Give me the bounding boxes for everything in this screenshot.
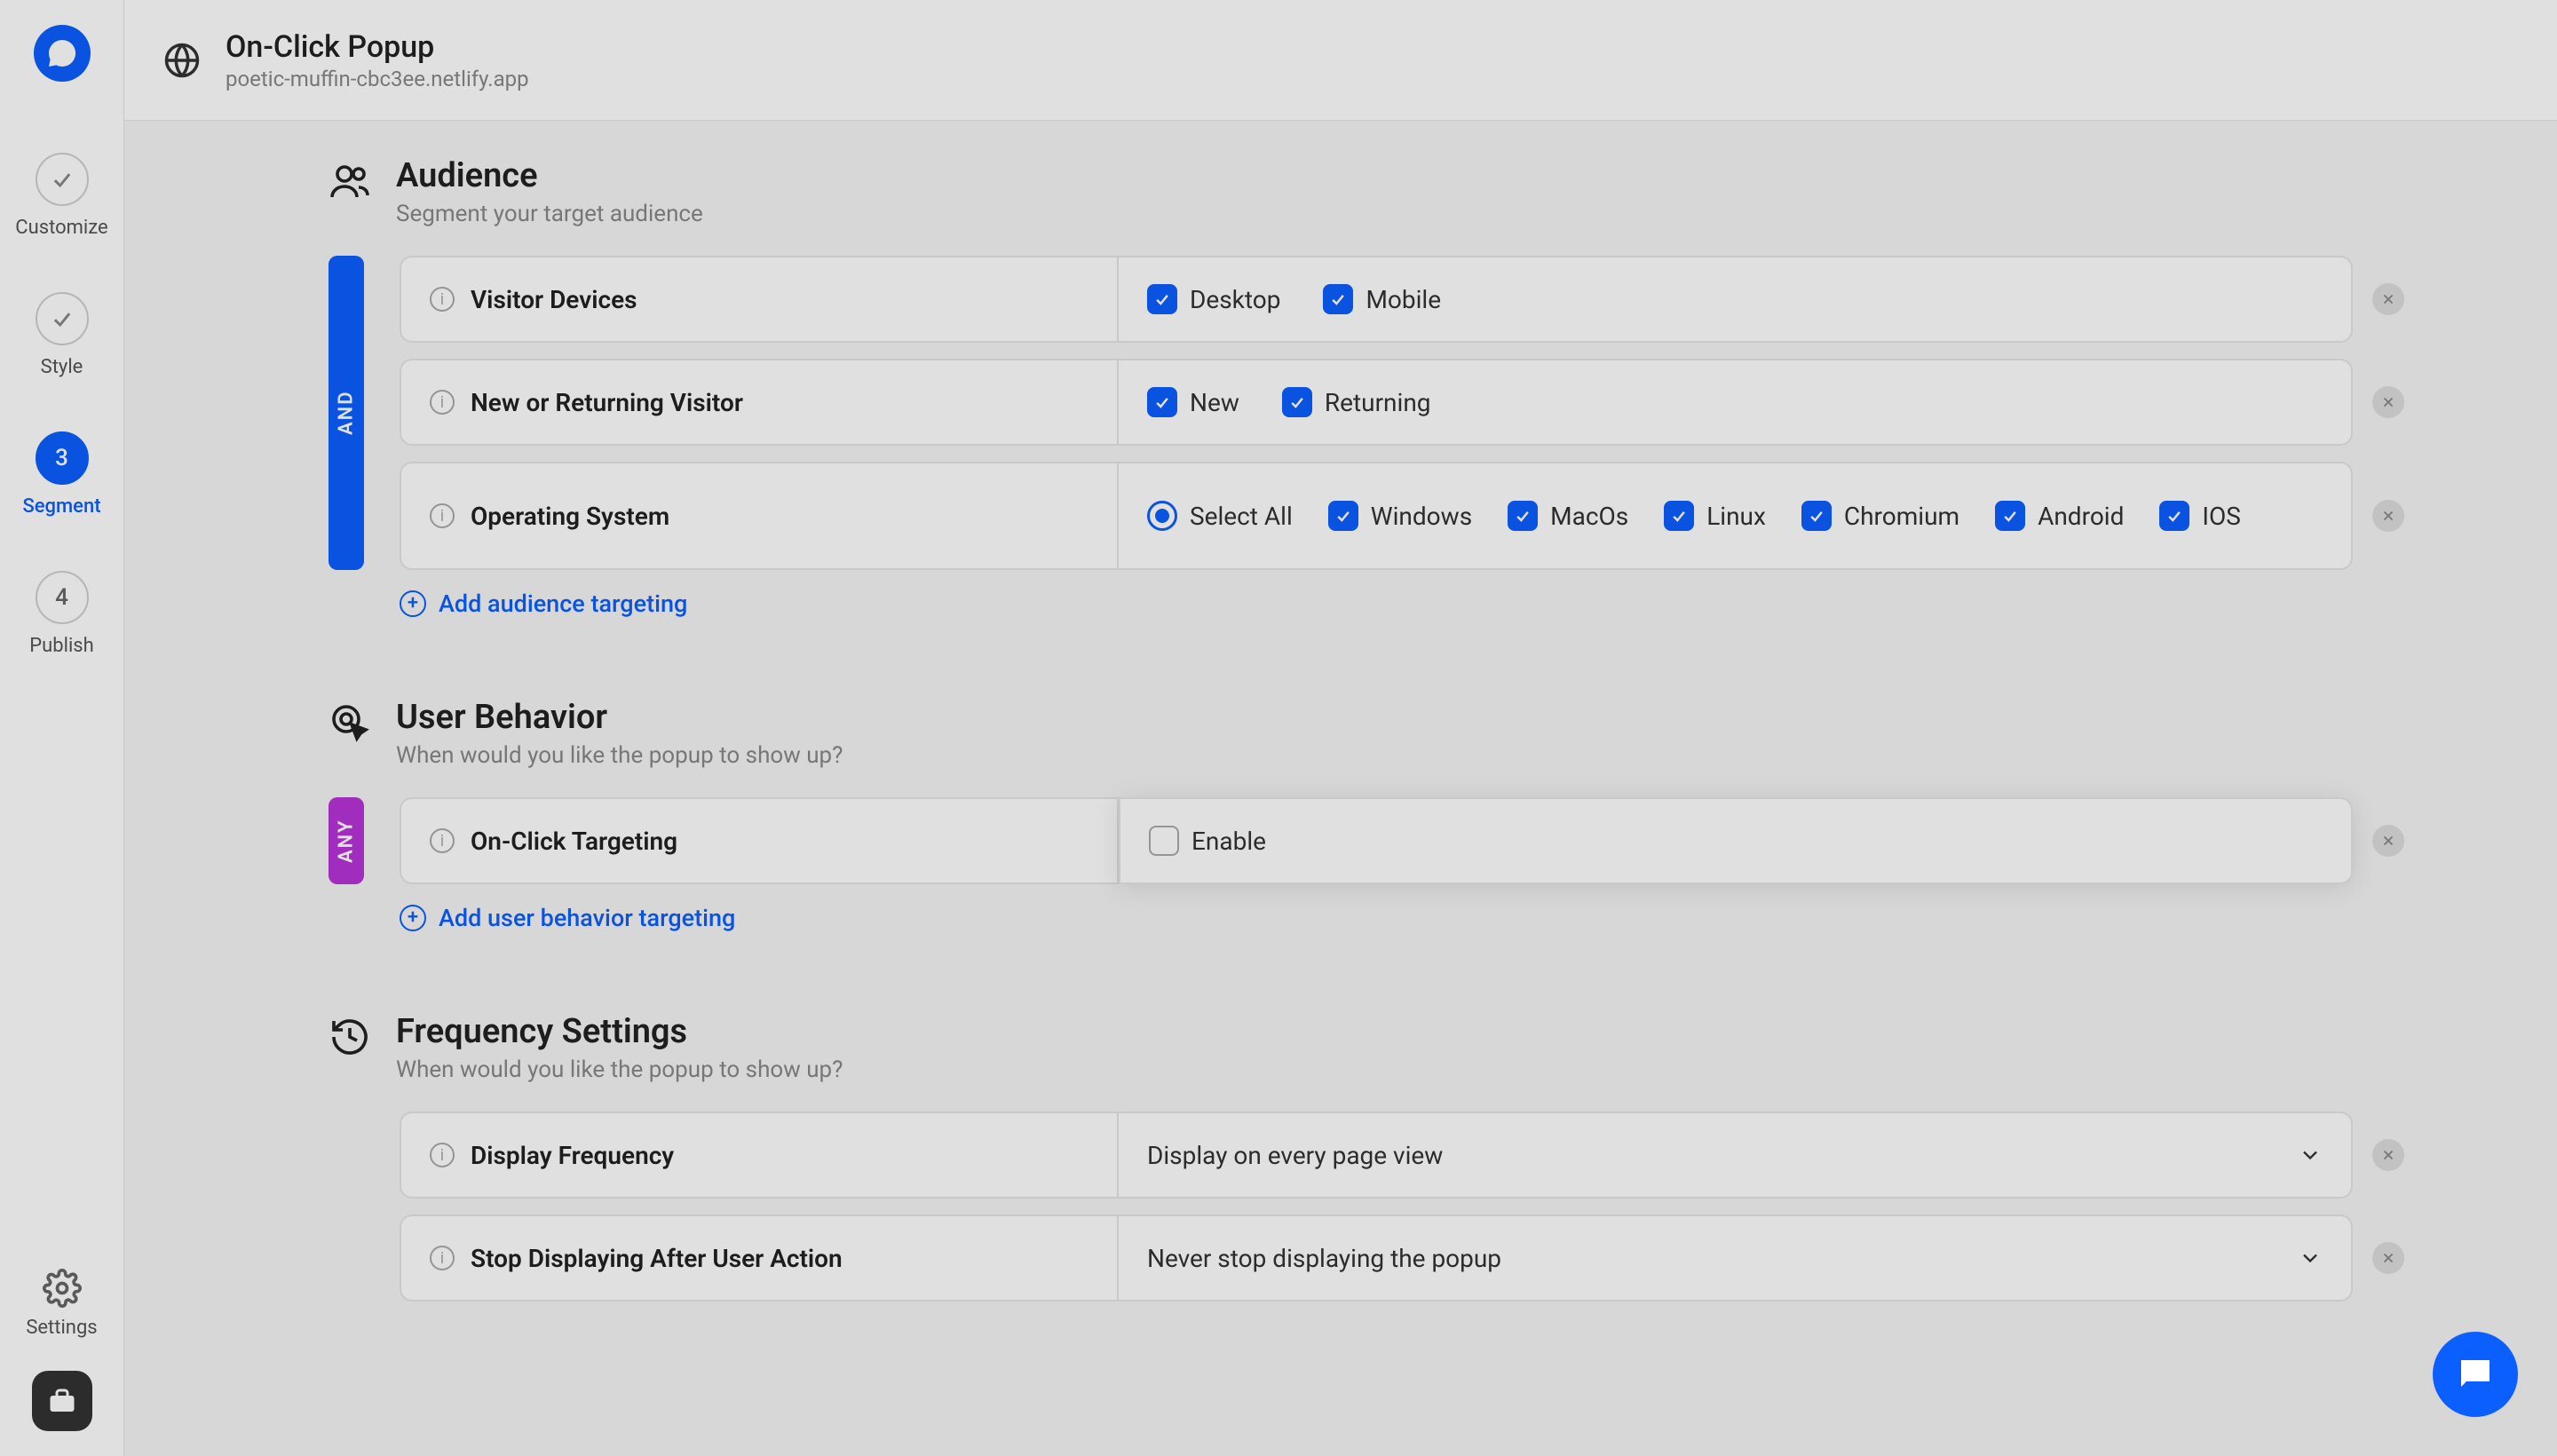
chevron-down-icon bbox=[2298, 1143, 2323, 1167]
checkbox-windows[interactable]: Windows bbox=[1328, 501, 1472, 531]
globe-icon bbox=[163, 42, 201, 79]
page-header: On-Click Popup poetic-muffin-cbc3ee.netl… bbox=[124, 0, 2557, 121]
rule-name: Stop Displaying After User Action bbox=[471, 1244, 843, 1273]
history-icon bbox=[329, 1016, 371, 1058]
step-customize[interactable]: Customize bbox=[0, 153, 123, 239]
rule-row-display-frequency: i Display Frequency Display on every pag… bbox=[400, 1112, 2353, 1199]
info-icon[interactable]: i bbox=[430, 287, 455, 312]
rule-row-visitor-type: i New or Returning Visitor New Returning bbox=[400, 359, 2353, 446]
frequency-section: Frequency Settings When would you like t… bbox=[329, 1012, 2353, 1302]
app-logo[interactable] bbox=[34, 25, 91, 82]
step-segment[interactable]: 3 Segment bbox=[0, 431, 123, 518]
check-icon bbox=[50, 167, 75, 192]
page-subtitle: poetic-muffin-cbc3ee.netlify.app bbox=[226, 67, 529, 91]
remove-rule-button[interactable] bbox=[2372, 283, 2404, 315]
info-icon[interactable]: i bbox=[430, 503, 455, 528]
step-label: Customize bbox=[15, 217, 107, 239]
checkbox-desktop[interactable]: Desktop bbox=[1147, 284, 1280, 314]
remove-rule-button[interactable] bbox=[2372, 386, 2404, 418]
archive-button[interactable] bbox=[32, 1371, 92, 1431]
and-badge: AND bbox=[329, 256, 364, 570]
add-behavior-link[interactable]: +Add user behavior targeting bbox=[400, 904, 2353, 932]
info-icon[interactable]: i bbox=[430, 1143, 455, 1167]
step-label: Style bbox=[41, 356, 83, 378]
any-badge: ANY bbox=[329, 797, 364, 884]
audience-section: Audience Segment your target audience AN… bbox=[329, 156, 2353, 618]
section-title: Frequency Settings bbox=[396, 1012, 843, 1051]
checkbox-macos[interactable]: MacOs bbox=[1508, 501, 1628, 531]
info-icon[interactable]: i bbox=[430, 828, 455, 853]
display-frequency-select[interactable]: Display on every page view bbox=[1119, 1112, 2353, 1199]
left-rail: Customize Style 3 Segment 4 Publish Sett… bbox=[0, 0, 124, 1456]
rule-name: On-Click Targeting bbox=[471, 827, 677, 856]
checkbox-android[interactable]: Android bbox=[1995, 501, 2124, 531]
section-title: User Behavior bbox=[396, 698, 843, 737]
chevron-down-icon bbox=[2298, 1246, 2323, 1270]
checkbox-ios[interactable]: IOS bbox=[2159, 501, 2241, 531]
section-title: Audience bbox=[396, 156, 703, 195]
target-click-icon bbox=[329, 701, 371, 744]
page-title: On-Click Popup bbox=[226, 29, 529, 65]
stop-displaying-select[interactable]: Never stop displaying the popup bbox=[1119, 1215, 2353, 1302]
rule-name: Display Frequency bbox=[471, 1141, 674, 1170]
info-icon[interactable]: i bbox=[430, 1246, 455, 1270]
highlighted-panel: Enable bbox=[1119, 797, 2353, 884]
remove-rule-button[interactable] bbox=[2372, 825, 2404, 857]
checkbox-new[interactable]: New bbox=[1147, 387, 1239, 417]
check-icon bbox=[50, 306, 75, 331]
step-label: Segment bbox=[22, 495, 100, 518]
audience-icon bbox=[329, 160, 371, 202]
info-icon[interactable]: i bbox=[430, 390, 455, 415]
checkbox-mobile[interactable]: Mobile bbox=[1323, 284, 1441, 314]
rule-row-onclick: i On-Click Targeting Enable bbox=[400, 797, 2353, 884]
section-subtitle: Segment your target audience bbox=[396, 201, 703, 227]
plus-icon: + bbox=[400, 905, 426, 931]
add-audience-link[interactable]: +Add audience targeting bbox=[400, 590, 2353, 618]
remove-rule-button[interactable] bbox=[2372, 1139, 2404, 1171]
rule-row-os: i Operating System Select All Windows Ma… bbox=[400, 462, 2353, 570]
plus-icon: + bbox=[400, 590, 426, 617]
chat-icon bbox=[2454, 1353, 2497, 1396]
chat-fab[interactable] bbox=[2433, 1332, 2518, 1417]
chat-bubble-icon bbox=[46, 37, 78, 69]
behavior-section: User Behavior When would you like the po… bbox=[329, 698, 2353, 932]
section-subtitle: When would you like the popup to show up… bbox=[396, 742, 843, 769]
step-style[interactable]: Style bbox=[0, 292, 123, 378]
checkbox-returning[interactable]: Returning bbox=[1282, 387, 1431, 417]
content-area: Audience Segment your target audience AN… bbox=[275, 121, 2406, 1456]
radio-select-all[interactable]: Select All bbox=[1147, 501, 1293, 531]
rule-name: Visitor Devices bbox=[471, 285, 637, 314]
briefcase-icon bbox=[46, 1385, 78, 1417]
remove-rule-button[interactable] bbox=[2372, 500, 2404, 532]
gear-icon bbox=[43, 1269, 82, 1308]
section-subtitle: When would you like the popup to show up… bbox=[396, 1056, 843, 1083]
settings-button[interactable]: Settings bbox=[26, 1269, 97, 1339]
step-label: Publish bbox=[29, 635, 94, 657]
checkbox-enable[interactable]: Enable bbox=[1149, 826, 1266, 856]
rule-row-devices: i Visitor Devices Desktop Mobile bbox=[400, 256, 2353, 343]
step-publish[interactable]: 4 Publish bbox=[0, 571, 123, 657]
checkbox-linux[interactable]: Linux bbox=[1664, 501, 1766, 531]
remove-rule-button[interactable] bbox=[2372, 1242, 2404, 1274]
rule-name: New or Returning Visitor bbox=[471, 388, 743, 417]
rule-name: Operating System bbox=[471, 502, 669, 531]
checkbox-chromium[interactable]: Chromium bbox=[1801, 501, 1959, 531]
rule-row-stop-displaying: i Stop Displaying After User Action Neve… bbox=[400, 1215, 2353, 1302]
settings-label: Settings bbox=[26, 1317, 97, 1339]
